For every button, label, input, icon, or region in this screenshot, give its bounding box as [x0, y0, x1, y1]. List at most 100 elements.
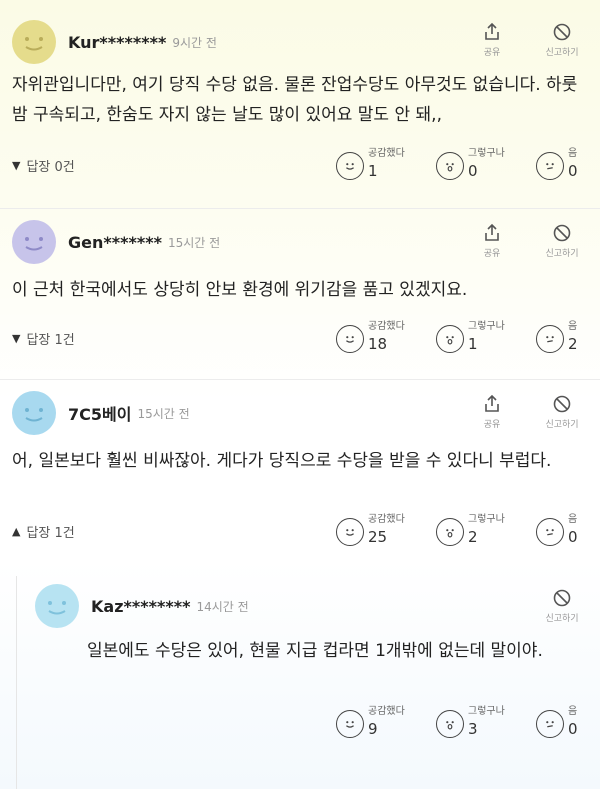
- comment-footer: ▼ 답장 1건 공감했다 18 그렇구나 1 음2: [12, 321, 586, 355]
- wow-button[interactable]: 그렇구나 2: [436, 514, 518, 548]
- avatar-face-icon: [48, 601, 66, 615]
- comment-actions: 공유 신고하기: [468, 223, 586, 259]
- surprised-face-icon: [436, 710, 464, 738]
- empathy-button[interactable]: 공감했다 9: [336, 706, 418, 740]
- block-icon: [553, 224, 571, 242]
- wow-count: 2: [468, 528, 478, 546]
- wow-label: 그렇구나: [468, 514, 505, 525]
- smile-face-icon: [336, 152, 364, 180]
- empathy-count: 1: [368, 162, 378, 180]
- hmm-button[interactable]: 음2: [536, 321, 586, 355]
- reply-toggle-button[interactable]: ▼ 답장 1건: [12, 329, 75, 348]
- share-icon: [485, 22, 499, 40]
- share-label: 공유: [483, 420, 501, 430]
- reply-item: Kaz******** 14시간 전 신고하기 일본에도 수당은 있어, 현물 …: [17, 576, 600, 789]
- hmm-label: 음: [568, 148, 578, 159]
- thinking-face-icon: [536, 710, 564, 738]
- author-name[interactable]: Gen*******: [68, 233, 162, 252]
- hmm-label: 음: [568, 706, 578, 717]
- author-name[interactable]: Kur********: [68, 33, 166, 52]
- reply-count-label: 답장 1건: [26, 332, 75, 348]
- empathy-label: 공감했다: [368, 148, 405, 159]
- share-label: 공유: [483, 249, 501, 259]
- avatar-face-icon: [25, 37, 43, 51]
- report-button[interactable]: 신고하기: [538, 588, 586, 624]
- caret-down-icon: ▼: [12, 158, 21, 172]
- report-label: 신고하기: [545, 614, 579, 624]
- empathy-count: 18: [368, 335, 388, 353]
- wow-count: 1: [468, 335, 478, 353]
- reply-count-label: 답장 1건: [26, 525, 75, 541]
- reply-toggle-button[interactable]: ▲ 답장 1건: [12, 522, 75, 541]
- avatar[interactable]: [12, 391, 56, 435]
- reaction-bar: 공감했다 9 그렇구나 3 음0: [336, 706, 586, 740]
- wow-count: 3: [468, 720, 478, 738]
- reply-toggle-button[interactable]: ▼ 답장 0건: [12, 156, 75, 175]
- author-name[interactable]: 7C5베이: [68, 401, 131, 425]
- report-button[interactable]: 신고하기: [538, 223, 586, 259]
- surprised-face-icon: [436, 152, 464, 180]
- report-button[interactable]: 신고하기: [538, 394, 586, 430]
- thinking-face-icon: [536, 325, 564, 353]
- block-icon: [553, 23, 571, 41]
- reply-text: 일본에도 수당은 있어, 현물 지급 컵라면 1개밖에 없는데 말이야.: [87, 641, 543, 661]
- reaction-bar: 공감했다 1 그렇구나 0 음0: [336, 148, 586, 182]
- share-icon: [485, 223, 499, 241]
- share-button[interactable]: 공유: [468, 22, 516, 58]
- comment-item: 7C5베이 15시간 전 공유 신고하기 어, 일본보다 훨씬 비싸잖아. 게다…: [0, 380, 600, 576]
- comment-text: 어, 일본보다 훨씬 비싸잖아. 게다가 당직으로 수당을 받을 수 있다니 부…: [12, 451, 552, 471]
- surprised-face-icon: [436, 518, 464, 546]
- block-icon: [553, 589, 571, 607]
- smile-face-icon: [336, 710, 364, 738]
- avatar-face-icon: [25, 408, 43, 422]
- hmm-label: 음: [568, 514, 578, 525]
- wow-count: 0: [468, 162, 478, 180]
- hmm-count: 0: [568, 720, 578, 738]
- avatar[interactable]: [35, 584, 79, 628]
- surprised-face-icon: [436, 325, 464, 353]
- empathy-label: 공감했다: [368, 321, 405, 332]
- empathy-count: 25: [368, 528, 388, 546]
- empathy-count: 9: [368, 720, 378, 738]
- hmm-button[interactable]: 음0: [536, 148, 586, 182]
- report-label: 신고하기: [545, 48, 579, 58]
- reply-count-label: 답장 0건: [26, 159, 75, 175]
- author-name[interactable]: Kaz********: [91, 597, 190, 616]
- hmm-count: 2: [568, 335, 578, 353]
- timestamp: 15시간 전: [167, 235, 221, 250]
- timestamp: 15시간 전: [137, 406, 190, 421]
- smile-face-icon: [336, 518, 364, 546]
- reply-actions: 신고하기: [538, 588, 586, 624]
- hmm-count: 0: [568, 162, 578, 180]
- wow-button[interactable]: 그렇구나 3: [436, 706, 518, 740]
- avatar-face-icon: [25, 237, 43, 251]
- share-icon: [485, 394, 499, 412]
- wow-button[interactable]: 그렇구나 1: [436, 321, 518, 355]
- timestamp: 14시간 전: [196, 599, 249, 614]
- share-button[interactable]: 공유: [468, 223, 516, 259]
- thinking-face-icon: [536, 152, 564, 180]
- report-button[interactable]: 신고하기: [538, 22, 586, 58]
- empathy-button[interactable]: 공감했다 25: [336, 514, 418, 548]
- share-label: 공유: [483, 48, 501, 58]
- avatar[interactable]: [12, 220, 56, 264]
- hmm-button[interactable]: 음0: [536, 514, 586, 548]
- wow-label: 그렇구나: [468, 148, 505, 159]
- wow-label: 그렇구나: [468, 706, 505, 717]
- caret-up-icon: ▲: [12, 524, 21, 538]
- comment-actions: 공유 신고하기: [468, 22, 586, 58]
- hmm-button[interactable]: 음0: [536, 706, 586, 740]
- avatar[interactable]: [12, 20, 56, 64]
- reaction-bar: 공감했다 18 그렇구나 1 음2: [336, 321, 586, 355]
- share-button[interactable]: 공유: [468, 394, 516, 430]
- smile-face-icon: [336, 325, 364, 353]
- reply-footer: 공감했다 9 그렇구나 3 음0: [35, 706, 586, 740]
- wow-button[interactable]: 그렇구나 0: [436, 148, 518, 182]
- comment-item: Kur******** 9시간 전 공유 신고하기 자위관입니다만, 여기 당직…: [0, 0, 600, 208]
- caret-down-icon: ▼: [12, 331, 21, 345]
- block-icon: [553, 395, 571, 413]
- empathy-button[interactable]: 공감했다 1: [336, 148, 418, 182]
- comment-text: 이 근처 한국에서도 상당히 안보 환경에 위기감을 품고 있겠지요.: [12, 280, 468, 300]
- empathy-button[interactable]: 공감했다 18: [336, 321, 418, 355]
- empathy-label: 공감했다: [368, 514, 405, 525]
